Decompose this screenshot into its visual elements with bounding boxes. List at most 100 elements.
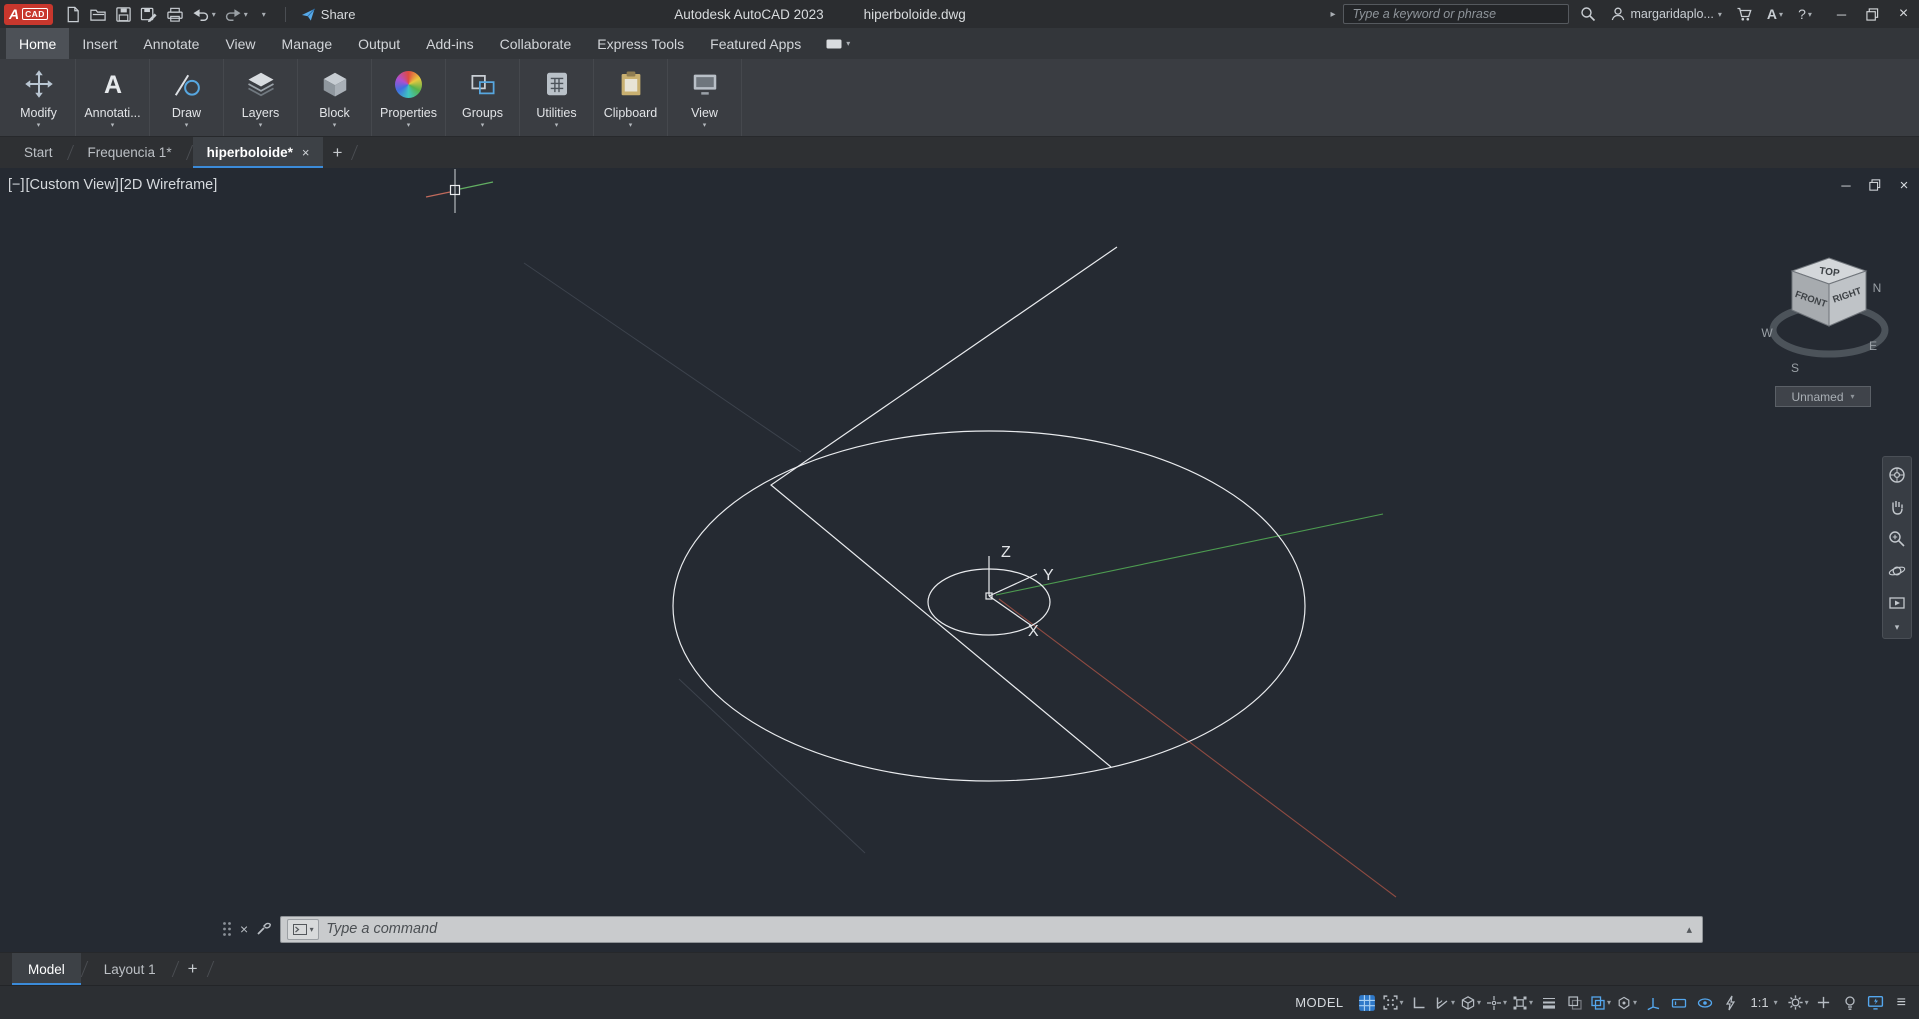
tab-output[interactable]: Output bbox=[345, 28, 413, 59]
annotation-autoscale-toggle[interactable] bbox=[1718, 990, 1744, 1016]
tab-annotate[interactable]: Annotate bbox=[130, 28, 212, 59]
drawing-viewport[interactable]: Z Y X [−] [Custom View] [2D Wireframe] ─… bbox=[0, 168, 1919, 952]
customization-plus-button[interactable] bbox=[1811, 990, 1837, 1016]
ribbon-panel-view[interactable]: View ▾ bbox=[668, 59, 742, 136]
ortho-mode-toggle[interactable] bbox=[1406, 990, 1432, 1016]
command-history-caret-icon[interactable]: ▴ bbox=[1682, 923, 1696, 936]
otrack-caret-icon[interactable]: ▾ bbox=[1503, 998, 1507, 1007]
graphics-performance-toggle[interactable] bbox=[1863, 990, 1889, 1016]
new-drawing-tab-button[interactable]: + bbox=[323, 137, 351, 168]
recent-commands-button[interactable]: ▾ bbox=[287, 918, 320, 940]
search-expand-icon[interactable]: ▸ bbox=[1330, 9, 1335, 20]
zoom-button[interactable] bbox=[1884, 526, 1910, 551]
isolate-objects-button[interactable] bbox=[1837, 990, 1863, 1016]
ribbon-panel-clipboard[interactable]: Clipboard ▾ bbox=[594, 59, 668, 136]
named-view-dropdown[interactable]: Unnamed ▾ bbox=[1775, 386, 1871, 407]
workspace-switching-button[interactable]: ▾ bbox=[1785, 990, 1811, 1016]
qat-customize-button[interactable]: ▾ bbox=[253, 2, 275, 26]
orbit-button[interactable] bbox=[1884, 558, 1910, 583]
pan-button[interactable] bbox=[1884, 494, 1910, 519]
doc-minimize-button[interactable]: ─ bbox=[1837, 176, 1855, 194]
showmotion-button[interactable] bbox=[1884, 590, 1910, 615]
plot-button[interactable] bbox=[163, 2, 187, 26]
3dosnap-caret-icon[interactable]: ▾ bbox=[1633, 998, 1637, 1007]
tab-add-ins[interactable]: Add-ins bbox=[413, 28, 486, 59]
3d-object-snap-toggle[interactable]: ▾ bbox=[1614, 990, 1640, 1016]
tab-insert[interactable]: Insert bbox=[69, 28, 130, 59]
command-input[interactable] bbox=[326, 921, 1676, 937]
annotation-scale-button[interactable]: 1:1 ▾ bbox=[1744, 990, 1785, 1016]
autodesk-apps-button[interactable]: A ▾ bbox=[1764, 2, 1786, 26]
command-line-tools-button[interactable] bbox=[256, 920, 272, 939]
tab-collaborate[interactable]: Collaborate bbox=[487, 28, 585, 59]
snap-caret-icon[interactable]: ▾ bbox=[1400, 998, 1404, 1007]
redo-flyout-caret-icon[interactable]: ▾ bbox=[244, 10, 248, 19]
ribbon-panel-groups[interactable]: Groups ▾ bbox=[446, 59, 520, 136]
command-line-grip[interactable] bbox=[222, 921, 232, 937]
window-restore-button[interactable] bbox=[1857, 0, 1888, 28]
selection-cycling-toggle[interactable]: ▾ bbox=[1588, 990, 1614, 1016]
app-store-button[interactable] bbox=[1733, 2, 1756, 26]
customization-menu-button[interactable]: ≡ bbox=[1889, 994, 1914, 1012]
ribbon-panel-utilities[interactable]: Utilities ▾ bbox=[520, 59, 594, 136]
new-file-button[interactable] bbox=[61, 2, 84, 26]
file-tab-frequencia[interactable]: Frequencia 1* bbox=[74, 137, 186, 168]
dynamic-ucs-toggle[interactable] bbox=[1640, 990, 1666, 1016]
help-button[interactable]: ? ▾ bbox=[1794, 2, 1816, 26]
window-close-button[interactable]: × bbox=[1888, 0, 1919, 28]
tab-view[interactable]: View bbox=[212, 28, 268, 59]
layout-tab-layout1[interactable]: Layout 1 bbox=[88, 953, 172, 985]
window-minimize-button[interactable]: ─ bbox=[1826, 0, 1857, 28]
ribbon-panel-annotation[interactable]: A Annotati... ▾ bbox=[76, 59, 150, 136]
ribbon-panel-block[interactable]: Block ▾ bbox=[298, 59, 372, 136]
command-line-close-button[interactable]: × bbox=[240, 921, 248, 937]
drawing-canvas[interactable]: Z Y X bbox=[0, 168, 1919, 952]
ribbon-display-toggle[interactable]: ▾ bbox=[814, 28, 862, 59]
isometric-drafting-toggle[interactable]: ▾ bbox=[1458, 990, 1484, 1016]
doc-close-button[interactable]: × bbox=[1895, 176, 1913, 194]
tab-featured-apps[interactable]: Featured Apps bbox=[697, 28, 814, 59]
undo-flyout-caret-icon[interactable]: ▾ bbox=[212, 10, 216, 19]
ribbon-panel-draw[interactable]: Draw ▾ bbox=[150, 59, 224, 136]
user-account-button[interactable]: margaridaplo... ▾ bbox=[1607, 2, 1724, 26]
search-button[interactable] bbox=[1577, 2, 1599, 26]
save-button[interactable] bbox=[112, 2, 135, 26]
share-button[interactable]: Share bbox=[296, 7, 360, 22]
transparency-toggle[interactable] bbox=[1562, 990, 1588, 1016]
tab-express-tools[interactable]: Express Tools bbox=[584, 28, 697, 59]
redo-button[interactable]: ▾ bbox=[221, 2, 251, 26]
model-space-toggle[interactable]: MODEL bbox=[1285, 990, 1353, 1016]
ribbon-panel-modify[interactable]: Modify ▾ bbox=[2, 59, 76, 136]
tab-manage[interactable]: Manage bbox=[269, 28, 346, 59]
layout-tab-model[interactable]: Model bbox=[12, 953, 81, 985]
grid-display-toggle[interactable] bbox=[1354, 990, 1380, 1016]
save-as-button[interactable] bbox=[137, 2, 161, 26]
annotation-visibility-toggle[interactable] bbox=[1692, 990, 1718, 1016]
autocad-logo-icon[interactable]: A CAD bbox=[4, 3, 53, 25]
viewport-controls-button[interactable]: [−] bbox=[8, 177, 25, 193]
navbar-caret-icon[interactable]: ▾ bbox=[1895, 622, 1900, 635]
object-snap-tracking-toggle[interactable]: ▾ bbox=[1484, 990, 1510, 1016]
close-tab-icon[interactable]: × bbox=[302, 145, 310, 160]
view-controls-button[interactable]: [Custom View] bbox=[26, 177, 119, 193]
doc-restore-button[interactable] bbox=[1866, 176, 1884, 194]
tab-home[interactable]: Home bbox=[6, 28, 70, 59]
selection-cycling-caret-icon[interactable]: ▾ bbox=[1607, 998, 1611, 1007]
snap-mode-toggle[interactable]: ▾ bbox=[1380, 990, 1406, 1016]
lineweight-toggle[interactable] bbox=[1536, 990, 1562, 1016]
undo-button[interactable]: ▾ bbox=[189, 2, 219, 26]
open-file-button[interactable] bbox=[86, 2, 110, 26]
full-navigation-wheel-button[interactable] bbox=[1884, 462, 1910, 487]
polar-caret-icon[interactable]: ▾ bbox=[1451, 998, 1455, 1007]
dynamic-input-toggle[interactable] bbox=[1666, 990, 1692, 1016]
polar-tracking-toggle[interactable]: ▾ bbox=[1432, 990, 1458, 1016]
isometric-caret-icon[interactable]: ▾ bbox=[1477, 998, 1481, 1007]
help-search-input[interactable] bbox=[1343, 4, 1570, 24]
ribbon-panel-layers[interactable]: Layers ▾ bbox=[224, 59, 298, 136]
new-layout-button[interactable]: + bbox=[179, 953, 207, 985]
file-tab-start[interactable]: Start bbox=[10, 137, 67, 168]
hyperboloid-geometry[interactable] bbox=[672, 246, 1306, 782]
file-tab-hiperboloide[interactable]: hiperboloide* × bbox=[192, 137, 324, 168]
ribbon-panel-properties[interactable]: Properties ▾ bbox=[372, 59, 446, 136]
object-snap-toggle[interactable]: ▾ bbox=[1510, 990, 1536, 1016]
